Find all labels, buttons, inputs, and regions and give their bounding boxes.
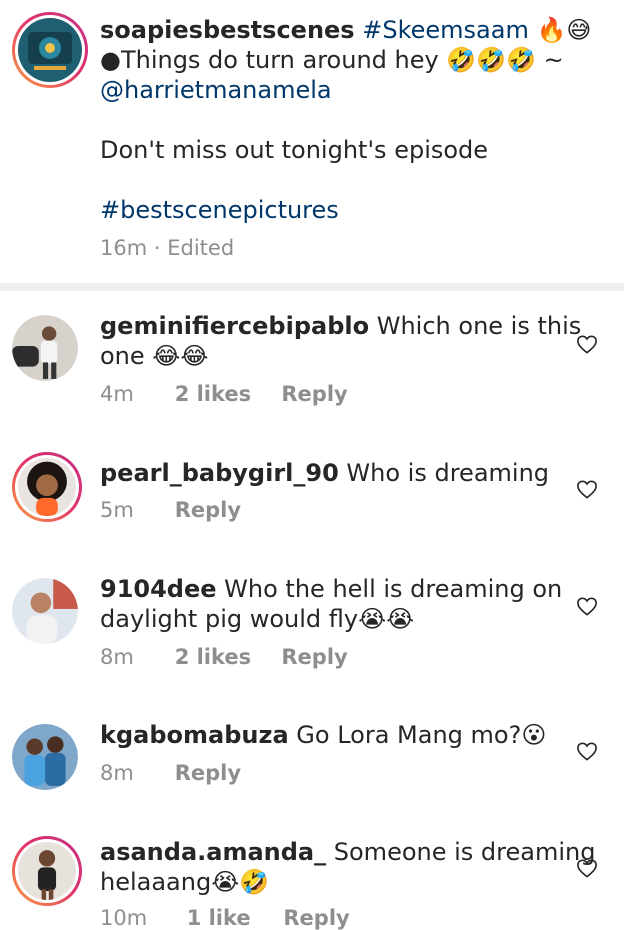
comment-likes[interactable]: 2 likes [175, 382, 275, 406]
comment-line-1: 9104dee Who the hell is dreaming on [100, 573, 562, 605]
heart-outline-icon [577, 480, 597, 499]
like-comment-button[interactable] [576, 741, 598, 763]
comment-avatar[interactable] [12, 836, 82, 906]
comment-reply-button[interactable]: Reply [281, 382, 347, 406]
caption-line-1: soapiesbestscenes #Skeemsaam 🔥😅 [100, 14, 591, 46]
comment-text: Who the hell is dreaming on [224, 575, 563, 603]
comment-text-cont: one 😂😂 [100, 342, 209, 370]
comment-reply-button[interactable]: Reply [283, 906, 349, 930]
comment-text: Who is dreaming [346, 459, 550, 487]
caption-time: 16m [100, 236, 148, 260]
caption-line-2: ●Things do turn around hey 🤣🤣🤣 ~ [100, 44, 564, 76]
caption-mention[interactable]: @harrietmanamela [100, 76, 332, 104]
comment-likes[interactable]: 1 like [187, 906, 277, 930]
caption-line-tag: #bestscenepictures [100, 194, 339, 226]
avatar-image [18, 458, 76, 516]
comment-time: 4m [100, 382, 134, 406]
comment-text: Go Lora Mang mo?😮 [296, 721, 547, 749]
comment-avatar[interactable] [12, 578, 78, 644]
avatar-image [12, 578, 78, 644]
avatar-image [12, 315, 78, 381]
comment-likes[interactable]: 2 likes [175, 645, 275, 669]
like-comment-button[interactable] [576, 334, 598, 356]
comment-avatar[interactable] [12, 315, 78, 381]
caption-text-2: ●Things do turn around hey [100, 46, 439, 74]
comment-username[interactable]: geminifiercebipablo [100, 312, 369, 340]
comment-line-1: kgabomabuza Go Lora Mang mo?😮 [100, 719, 546, 751]
caption-hashtag[interactable]: #Skeemsaam [362, 16, 529, 44]
tv-logo-image [18, 18, 82, 82]
caption-line-3: Don't miss out tonight's episode [100, 134, 488, 166]
like-comment-button[interactable] [576, 479, 598, 501]
avatar-image [18, 842, 76, 900]
comment-text: Someone is dreaming [333, 838, 596, 866]
caption-line-mention: @harrietmanamela [100, 74, 332, 106]
comment-meta: 5m Reply [100, 498, 241, 522]
comment-line-1: geminifiercebipablo Which one is this [100, 310, 581, 342]
caption-meta: 16m · Edited [100, 236, 234, 260]
caption-edited: · Edited [153, 236, 235, 260]
comment-meta: 10m 1 like Reply [100, 906, 350, 930]
comment-line-1: asanda.amanda_ Someone is dreaming [100, 836, 595, 868]
comment-username[interactable]: 9104dee [100, 575, 217, 603]
comment-reply-button[interactable]: Reply [175, 761, 241, 785]
avatar-image [12, 724, 78, 790]
post-caption: soapiesbestscenes #Skeemsaam 🔥😅 ●Things … [0, 0, 624, 283]
comment-avatar[interactable] [12, 452, 82, 522]
like-comment-button[interactable] [576, 596, 598, 618]
like-comment-button[interactable] [576, 858, 598, 880]
comment-line-1: pearl_babygirl_90 Who is dreaming [100, 457, 549, 489]
heart-outline-icon [577, 742, 597, 761]
comment-reply-button[interactable]: Reply [281, 645, 347, 669]
comment-username[interactable]: asanda.amanda_ [100, 838, 326, 866]
caption-divider [0, 283, 624, 291]
comment-meta: 8m Reply [100, 761, 241, 785]
comment-time: 8m [100, 645, 134, 669]
heart-outline-icon [577, 335, 597, 354]
caption-tilde: ~ [543, 46, 564, 74]
comment-username[interactable]: kgabomabuza [100, 721, 289, 749]
comment-reply-button[interactable]: Reply [175, 498, 241, 522]
caption-tag[interactable]: #bestscenepictures [100, 196, 339, 224]
caption-emojis-2: 🤣🤣🤣 [446, 46, 537, 74]
heart-outline-icon [577, 597, 597, 616]
comment-time: 5m [100, 498, 134, 522]
comment-time: 10m [100, 906, 148, 930]
comment-line-2: helaaang😭🤣 [100, 866, 269, 898]
caption-text-3: Don't miss out tonight's episode [100, 136, 489, 164]
comment-line-2: daylight pig would fly😭😭 [100, 603, 414, 635]
comment-line-2: one 😂😂 [100, 340, 208, 372]
comment-text-cont: helaaang😭🤣 [100, 868, 270, 896]
comment-time: 8m [100, 761, 134, 785]
comment-text: Which one is this [376, 312, 582, 340]
comment-username[interactable]: pearl_babygirl_90 [100, 459, 339, 487]
comment-avatar[interactable] [12, 724, 78, 790]
comment-meta: 4m 2 likes Reply [100, 382, 348, 406]
caption-title-emoji: 🔥😅 [536, 16, 592, 44]
caption-username[interactable]: soapiesbestscenes [100, 16, 355, 44]
comment-text-cont: daylight pig would fly😭😭 [100, 605, 415, 633]
heart-outline-icon [577, 859, 597, 878]
comment-meta: 8m 2 likes Reply [100, 645, 348, 669]
caption-author-avatar[interactable] [12, 12, 88, 88]
